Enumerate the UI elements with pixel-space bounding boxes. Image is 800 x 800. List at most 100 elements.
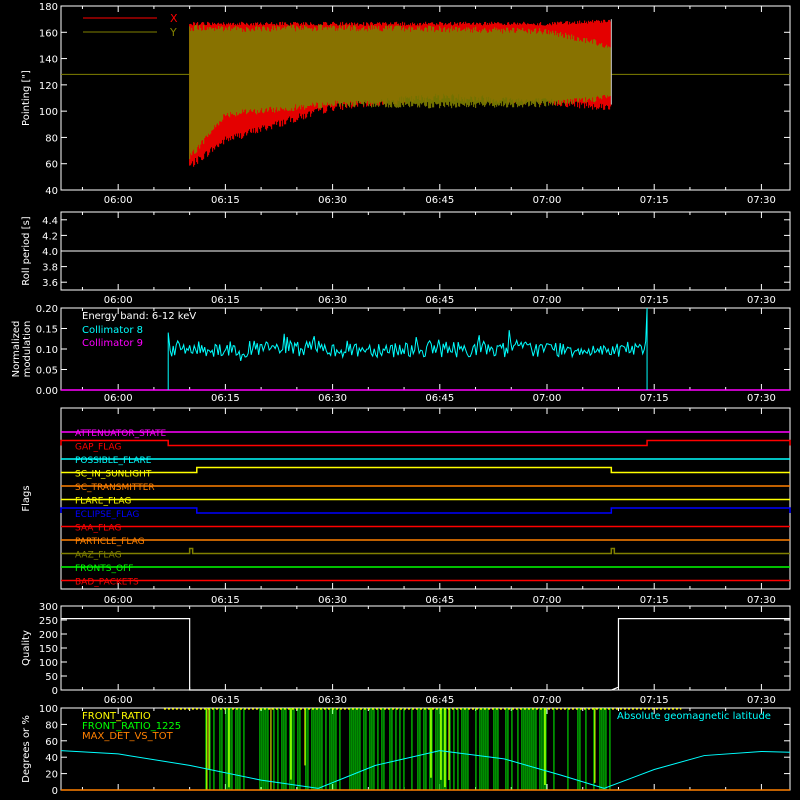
y-axis-label: Pointing ["] [21, 70, 32, 126]
flag-label: POSSIBLE_FLARE [75, 456, 152, 466]
flag-label: PARTICLE_FLAG [75, 537, 145, 547]
x-tick-label: 06:30 [318, 393, 347, 404]
y-tick-label: 150 [39, 644, 58, 655]
y-tick-label: 0.15 [36, 325, 58, 336]
y-tick-label: 200 [39, 630, 58, 641]
flag-line [61, 466, 790, 474]
y-tick-label: 50 [45, 672, 58, 683]
x-tick-label: 06:30 [318, 595, 347, 606]
y-tick-label: 0.10 [36, 345, 58, 356]
flag-label: ATTENUATOR_STATE [75, 429, 167, 439]
x-tick-label: 06:00 [104, 595, 133, 606]
x-tick-label: 06:00 [104, 393, 133, 404]
x-tick-label: 06:30 [318, 695, 347, 706]
flag-line [61, 547, 790, 555]
flag-label: AAZ_FLAG [75, 551, 122, 561]
y-tick-label: 0.05 [36, 366, 58, 377]
y-tick-label: 60 [45, 737, 58, 748]
collimator-8-line [167, 307, 648, 390]
x-tick-label: 06:15 [211, 595, 240, 606]
y-tick-label: 250 [39, 616, 58, 627]
x-tick-label: 06:15 [211, 393, 240, 404]
energy-band-annotation: Energy band: 6-12 keV [82, 311, 196, 322]
x-tick-label: 07:00 [533, 195, 562, 206]
y-axis-label: Flags [21, 485, 32, 511]
y-tick-label: 100 [39, 658, 58, 669]
legend-label: Absolute geomagnetic latitude [617, 711, 771, 722]
front-ratio-spikes [206, 708, 596, 790]
x-tick-label: 07:00 [533, 695, 562, 706]
flag-label: FRONTS_OFF [75, 564, 133, 574]
flag-label: FLARE_FLAG [75, 497, 131, 507]
y-tick-label: 0.00 [36, 386, 58, 397]
x-tick-label: 06:15 [211, 695, 240, 706]
y-axis-label: Quality [21, 630, 32, 666]
x-tick-label: 07:15 [640, 295, 669, 306]
y-tick-label: 140 [39, 55, 58, 66]
x-tick-label: 06:00 [104, 695, 133, 706]
x-tick-label: 07:30 [747, 295, 776, 306]
x-tick-label: 06:45 [425, 295, 454, 306]
x-tick-label: 07:00 [533, 393, 562, 404]
x-tick-label: 06:30 [318, 195, 347, 206]
x-tick-label: 07:15 [640, 195, 669, 206]
flag-label: SAA_FLAG [75, 524, 121, 534]
y-tick-label: 80 [45, 133, 58, 144]
flag-label: ECLIPSE_FLAG [75, 510, 139, 520]
y-tick-label: 160 [39, 28, 58, 39]
x-tick-label: 07:00 [533, 595, 562, 606]
quality-line [61, 617, 790, 691]
y-tick-label: 120 [39, 81, 58, 92]
y-tick-label: 40 [45, 186, 58, 197]
x-tick-label: 07:30 [747, 595, 776, 606]
flag-label: SC_TRANSMITTER [75, 483, 155, 493]
x-tick-label: 06:45 [425, 595, 454, 606]
y-tick-label: 100 [39, 107, 58, 118]
y-tick-label: 4.2 [42, 231, 58, 242]
x-tick-label: 06:00 [104, 295, 133, 306]
y-tick-label: 40 [45, 753, 58, 764]
x-tick-label: 06:30 [318, 295, 347, 306]
x-tick-label: 06:00 [104, 195, 133, 206]
y-tick-label: 180 [39, 2, 58, 13]
legend-label: MAX_DET_VS_TOT [82, 731, 174, 742]
y-tick-label: 80 [45, 720, 58, 731]
legend-label: Collimator 9 [82, 338, 143, 349]
flag-line [60, 439, 791, 447]
y-axis-label: Degrees or % [21, 715, 32, 783]
x-tick-label: 07:15 [640, 695, 669, 706]
y-axis-label: modulation [22, 321, 33, 378]
multi-panel-plot: 406080100120140160180Pointing ["]06:00 06… [11, 2, 791, 797]
y-tick-label: 60 [45, 160, 58, 171]
x-tick-label: 06:45 [425, 195, 454, 206]
panel-frame [60, 407, 791, 590]
y-tick-label: 4.0 [42, 247, 58, 258]
x-tick-label: 06:45 [425, 695, 454, 706]
flag-line [60, 507, 791, 514]
y-tick-label: 300 [39, 602, 58, 613]
x-tick-label: 07:30 [747, 695, 776, 706]
series-y-oscillation [189, 24, 612, 160]
y-tick-label: 0 [52, 686, 58, 697]
flag-label: BAD_PACKETS [75, 578, 139, 588]
x-tick-label: 07:00 [533, 295, 562, 306]
legend-label: Y [169, 26, 177, 39]
y-tick-label: 0.20 [36, 304, 58, 315]
y-axis-label: Normalized [11, 321, 22, 378]
y-tick-label: 3.8 [42, 263, 58, 274]
legend-label: X [170, 12, 178, 25]
y-tick-label: 4.4 [42, 216, 58, 227]
y-tick-label: 100 [39, 704, 58, 715]
y-tick-label: 3.6 [42, 278, 58, 289]
y-axis-label: Roll period [s] [21, 216, 32, 285]
x-tick-label: 06:45 [425, 393, 454, 404]
x-tick-label: 06:15 [211, 195, 240, 206]
legend-label: Collimator 8 [82, 325, 143, 336]
x-tick-label: 07:30 [747, 195, 776, 206]
flag-label: SC_IN_SUNLIGHT [75, 470, 152, 480]
x-tick-label: 07:15 [640, 393, 669, 404]
x-tick-label: 06:15 [211, 295, 240, 306]
y-tick-label: 20 [45, 770, 58, 781]
x-tick-label: 07:30 [747, 393, 776, 404]
x-tick-label: 07:15 [640, 595, 669, 606]
